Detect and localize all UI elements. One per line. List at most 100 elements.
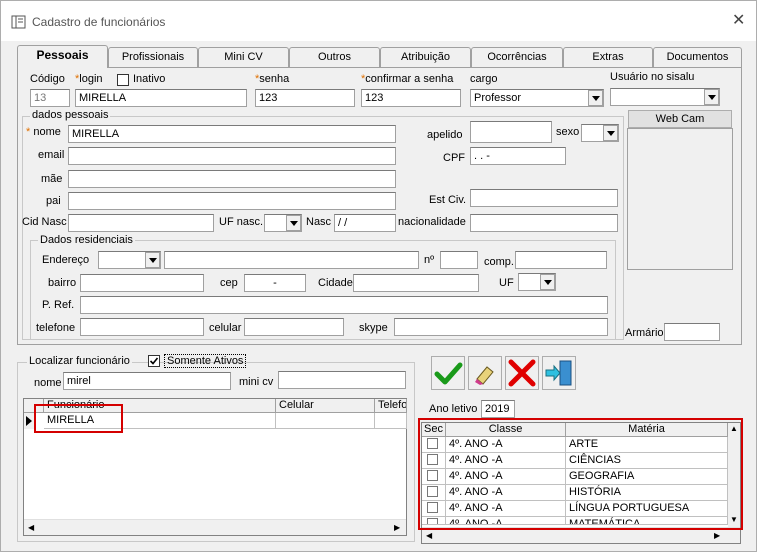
scroll-right-icon[interactable]: ▶ — [714, 531, 720, 540]
apelido-field[interactable] — [470, 121, 552, 143]
check-icon — [434, 362, 463, 385]
tab-extras[interactable]: Extras — [563, 47, 653, 67]
bairro-label: bairro — [48, 277, 77, 289]
inativo-label: Inativo — [133, 73, 166, 85]
nacionalidade-label: nacionalidade — [398, 216, 466, 228]
uf-nasc-dropdown-icon[interactable] — [286, 215, 301, 231]
sexo-label: sexo — [556, 126, 580, 138]
exit-door-icon — [545, 360, 572, 386]
tab-pessoais[interactable]: Pessoais — [17, 45, 108, 68]
dados-residenciais-label: Dados residenciais — [38, 234, 135, 246]
cpf-field[interactable]: . . - — [470, 147, 566, 165]
cargo-dropdown-icon[interactable] — [588, 90, 603, 106]
checkmark-icon — [149, 357, 159, 365]
est-civ-label: Est Civ. — [429, 194, 467, 206]
cargo-label: cargo — [470, 73, 498, 85]
celular-label: celular — [209, 322, 242, 334]
telefone-field[interactable] — [80, 318, 204, 336]
nacionalidade-field[interactable] — [470, 214, 618, 232]
funcionarios-window: Cadastro de funcionários ✕ Pessoais Prof… — [0, 0, 757, 552]
armario-field[interactable] — [664, 323, 720, 341]
photo-frame — [627, 128, 733, 270]
bairro-field[interactable] — [80, 274, 204, 292]
apelido-label: apelido — [427, 129, 463, 141]
scroll-left-icon[interactable]: ◀ — [426, 531, 432, 540]
localizar-nome-label: nome — [34, 377, 62, 389]
ano-letivo-field[interactable]: 2019 — [481, 400, 515, 418]
usuario-sisalu-dropdown-icon[interactable] — [704, 89, 719, 105]
skype-field[interactable] — [394, 318, 608, 336]
login-label: *login — [75, 73, 103, 85]
save-button[interactable] — [431, 356, 465, 390]
localizar-label: Localizar funcionário — [27, 355, 132, 367]
login-field[interactable]: MIRELLA — [75, 89, 247, 107]
pai-field[interactable] — [68, 192, 396, 210]
pai-label: pai — [46, 195, 61, 207]
nome-label: * nome — [26, 126, 61, 138]
ano-letivo-label: Ano letivo — [429, 403, 478, 415]
cidade-field[interactable] — [353, 274, 479, 292]
cid-nasc-label: Cid Nasc — [22, 216, 67, 228]
nome-field[interactable]: MIRELLA — [68, 125, 396, 143]
nasc-field[interactable]: / / — [334, 214, 396, 232]
clear-button[interactable] — [468, 356, 502, 390]
tab-ocorrencias[interactable]: Ocorrências — [471, 47, 563, 67]
tab-outros[interactable]: Outros — [289, 47, 380, 67]
usuario-sisalu-label: Usuário no sisalu — [610, 71, 695, 83]
est-civ-field[interactable] — [470, 189, 618, 207]
tab-mini-cv[interactable]: Mini CV — [198, 47, 289, 67]
tab-documentos[interactable]: Documentos — [653, 47, 742, 67]
uf-label: UF — [499, 277, 514, 289]
sexo-dropdown-icon[interactable] — [603, 125, 618, 141]
mini-cv-label: mini cv — [239, 376, 274, 388]
skype-label: skype — [359, 322, 388, 334]
mae-field[interactable] — [68, 170, 396, 188]
scroll-left-icon[interactable]: ◀ — [28, 523, 34, 532]
endereco-dropdown-icon[interactable] — [145, 252, 160, 268]
pref-field[interactable] — [80, 296, 608, 314]
app-icon — [11, 15, 26, 29]
endereco-field[interactable] — [164, 251, 419, 269]
codigo-field[interactable]: 13 — [30, 89, 70, 107]
somente-ativos-label: Somente Ativos — [164, 354, 247, 368]
title-bar: Cadastro de funcionários ✕ — [1, 1, 756, 41]
mae-label: mãe — [41, 173, 63, 185]
email-label: email — [38, 149, 65, 161]
celular-field[interactable] — [244, 318, 344, 336]
close-icon[interactable]: ✕ — [732, 13, 746, 29]
endereco-label: Endereço — [42, 254, 90, 266]
cid-nasc-field[interactable] — [68, 214, 214, 232]
somente-ativos-checkbox[interactable] — [148, 355, 160, 367]
confirmar-senha-field[interactable]: 123 — [361, 89, 461, 107]
webcam-button[interactable]: Web Cam — [628, 110, 732, 128]
localizar-nome-field[interactable]: mirel — [63, 372, 231, 390]
table-row-celular[interactable] — [276, 413, 375, 429]
exit-button[interactable] — [542, 356, 576, 390]
numero-field[interactable] — [440, 251, 478, 269]
confirmar-senha-label: *confirmar a senha — [361, 73, 454, 85]
pessoais-panel: Código 13 *login Inativo MIRELLA *senha … — [17, 67, 742, 345]
comp-field[interactable] — [515, 251, 607, 269]
inativo-checkbox[interactable] — [117, 74, 129, 86]
eraser-icon — [475, 366, 494, 385]
table-row-telefone[interactable] — [375, 413, 407, 429]
cep-label: cep — [220, 277, 238, 289]
comp-label: comp. — [484, 256, 514, 268]
cep-field[interactable]: - — [244, 274, 306, 292]
tab-atribuicao[interactable]: Atribuição — [380, 47, 471, 67]
cargo-select[interactable]: Professor — [470, 89, 604, 107]
scroll-right-icon[interactable]: ▶ — [394, 523, 400, 532]
telefone-column-header[interactable]: Telefo — [375, 399, 407, 413]
senha-label: *senha — [255, 73, 290, 85]
codigo-label: Código — [30, 73, 65, 85]
cidade-label: Cidade — [318, 277, 353, 289]
uf-dropdown-icon[interactable] — [540, 274, 555, 290]
email-field[interactable] — [68, 147, 396, 165]
mini-cv-field[interactable] — [278, 371, 406, 389]
cancel-button[interactable] — [505, 356, 539, 390]
dados-pessoais-label: dados pessoais — [30, 109, 111, 121]
grid-horizontal-scrollbar[interactable]: ◀ ▶ — [24, 519, 406, 535]
tab-profissionais[interactable]: Profissionais — [108, 47, 198, 67]
senha-field[interactable]: 123 — [255, 89, 355, 107]
celular-column-header[interactable]: Celular — [276, 399, 375, 413]
